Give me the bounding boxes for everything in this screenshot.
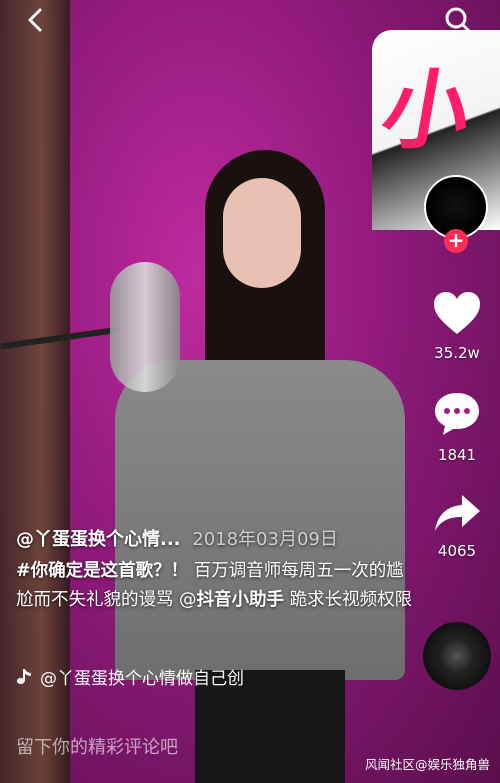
search-icon[interactable] bbox=[444, 6, 474, 36]
share-icon bbox=[435, 495, 480, 531]
music-disc[interactable] bbox=[423, 622, 491, 690]
music-title: @丫蛋蛋换个心情做自己创 bbox=[40, 669, 244, 689]
hashtag[interactable]: #你确定是这首歌？！ bbox=[16, 561, 188, 581]
top-bar bbox=[0, 0, 500, 40]
singer-sweater bbox=[115, 360, 405, 680]
follow-button[interactable]: + bbox=[444, 229, 468, 253]
post-date: 2018年03月09日 bbox=[192, 529, 338, 550]
back-icon[interactable] bbox=[22, 6, 50, 34]
like-button[interactable]: 35.2w bbox=[420, 290, 494, 362]
heart-icon bbox=[434, 292, 480, 334]
video-description: #你确定是这首歌？！ 百万调音师每周五一次的尴尬而不失礼貌的谩骂 @抖音小助手 … bbox=[16, 557, 416, 615]
author-name[interactable]: @丫蛋蛋换个心情... bbox=[16, 529, 181, 550]
description-text-2: 跪求长视频权限 bbox=[284, 590, 413, 610]
share-count: 4065 bbox=[437, 542, 477, 560]
share-button[interactable]: 4065 bbox=[420, 492, 494, 560]
video-caption: @丫蛋蛋换个心情... 2018年03月09日 #你确定是这首歌？！ 百万调音师… bbox=[16, 525, 416, 615]
music-info[interactable]: @丫蛋蛋换个心情做自己创 bbox=[16, 664, 244, 689]
plus-icon: + bbox=[447, 228, 465, 252]
comment-button[interactable]: 1841 bbox=[420, 390, 494, 464]
comment-count: 1841 bbox=[437, 446, 477, 464]
music-note-icon bbox=[17, 668, 31, 684]
mention-link[interactable]: 抖音小助手 bbox=[197, 590, 285, 610]
singer-face bbox=[223, 178, 301, 288]
watermark: 风闻社区@娱乐独角兽 bbox=[364, 757, 490, 772]
microphone bbox=[110, 262, 180, 392]
like-count: 35.2w bbox=[434, 344, 480, 362]
comment-input[interactable]: 留下你的精彩评论吧 bbox=[16, 733, 178, 759]
comment-icon bbox=[435, 393, 479, 435]
